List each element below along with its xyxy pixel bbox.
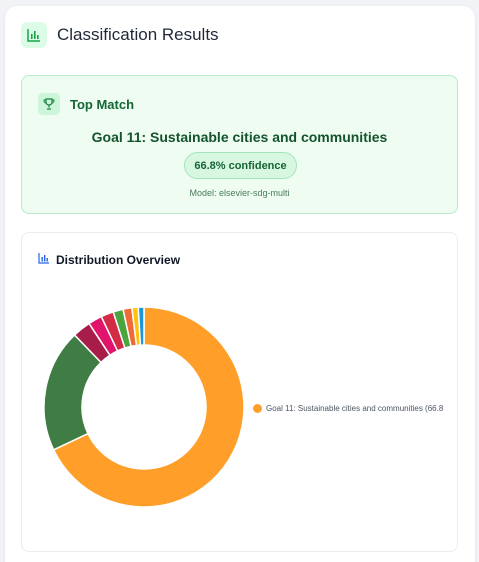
bar-chart-icon xyxy=(21,22,47,48)
confidence-badge: 66.8% confidence xyxy=(184,152,297,179)
trophy-icon xyxy=(38,93,60,115)
top-match-panel: Top Match Goal 11: Sustainable cities an… xyxy=(21,75,458,214)
chart-legend[interactable]: Goal 11: Sustainable cities and communit… xyxy=(253,404,443,413)
model-label: Model: elsevier-sdg-multi xyxy=(189,188,290,198)
page-title: Classification Results xyxy=(57,25,219,44)
classification-results-card: Classification Results Top Match Goal 11… xyxy=(5,6,475,562)
top-match-label: Top Match xyxy=(70,96,135,112)
distribution-overview-panel: Distribution Overview Goal 11: Sustainab… xyxy=(21,232,458,552)
top-match-goal: Goal 11: Sustainable cities and communit… xyxy=(91,129,388,145)
top-match-heading: Top Match xyxy=(38,93,134,115)
results-header: Classification Results xyxy=(21,22,219,48)
legend-color-swatch xyxy=(253,404,262,413)
distribution-donut-chart xyxy=(43,306,245,508)
legend-label: Goal 11: Sustainable cities and communit… xyxy=(266,404,443,413)
